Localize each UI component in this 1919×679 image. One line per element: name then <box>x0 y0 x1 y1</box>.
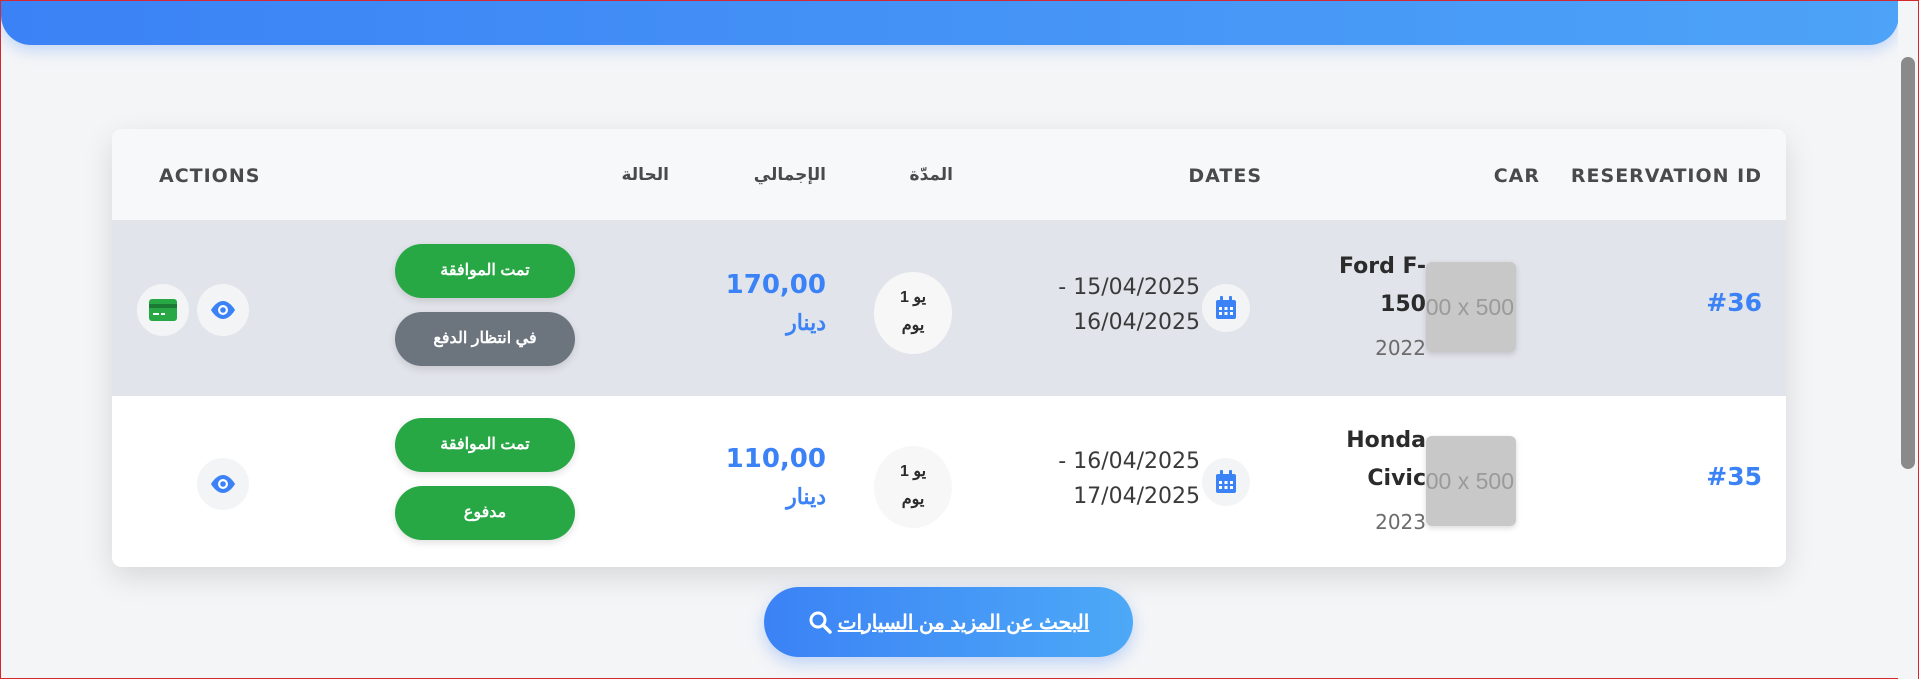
car-year: 2023 <box>1375 510 1426 534</box>
car-name: Ford F-150 <box>1339 254 1426 317</box>
date-from: - 16/04/2025 <box>1058 449 1200 474</box>
payment-status-badge: مدفوع <box>395 486 575 540</box>
scrollbar-thumb[interactable] <box>1901 57 1915 469</box>
pay-button[interactable] <box>137 284 189 336</box>
total-price: 110,00 دينار <box>726 440 826 516</box>
total-price: 170,00 دينار <box>726 266 826 342</box>
date-from: - 15/04/2025 <box>1058 275 1200 300</box>
duration-value: 1 يو <box>899 289 927 306</box>
calendar-icon <box>1202 284 1250 332</box>
car-image: 300 x 500 <box>1426 436 1516 526</box>
total-amount: 170,00 <box>725 270 826 300</box>
header-reservation-id: RESERVATION ID <box>1570 165 1762 187</box>
duration-unit: يوم <box>901 317 925 334</box>
header-total: الإجمالي <box>753 165 826 185</box>
date-to: 17/04/2025 <box>1073 484 1200 509</box>
duration-badge: 1 يو يوم <box>874 446 952 528</box>
card-icon <box>149 299 177 321</box>
payment-status-badge: في انتظار الدفع <box>395 312 575 366</box>
duration-value: 1 يو <box>899 463 927 480</box>
total-currency: دينار <box>786 310 826 335</box>
reservation-id[interactable]: #35 <box>1706 462 1762 491</box>
date-to: 16/04/2025 <box>1073 310 1200 335</box>
eye-icon <box>211 301 235 319</box>
calendar-icon <box>1202 458 1250 506</box>
table-row: #36 300 x 500 Ford F-150 2022 - 15/04/20… <box>112 222 1786 396</box>
car-image: 300 x 500 <box>1426 262 1516 352</box>
scrollbar[interactable] <box>1898 1 1918 679</box>
table-row: #35 300 x 500 Honda Civic 2023 - 16/04/2… <box>112 396 1786 567</box>
rental-dates: - 15/04/2025 16/04/2025 <box>1058 270 1200 340</box>
duration-badge: 1 يو يوم <box>874 272 952 354</box>
car-year: 2022 <box>1375 336 1426 360</box>
approval-status-badge: تمت الموافقة <box>395 244 575 298</box>
car-name: Honda Civic <box>1346 428 1426 491</box>
reservation-id[interactable]: #36 <box>1706 288 1762 317</box>
total-currency: دينار <box>786 484 826 509</box>
search-more-cars-label: البحث عن المزيد من السيارات <box>837 611 1090 634</box>
header-dates: DATES <box>1188 165 1262 187</box>
car-image-placeholder: 300 x 500 <box>1426 468 1514 494</box>
header-car: CAR <box>1493 165 1540 187</box>
rental-dates: - 16/04/2025 17/04/2025 <box>1058 444 1200 514</box>
search-icon <box>809 611 832 634</box>
header-status: الحالة <box>621 165 669 185</box>
reservations-table: RESERVATION ID CAR DATES المدّة الإجمالي… <box>112 129 1786 567</box>
view-button[interactable] <box>197 284 249 336</box>
eye-icon <box>211 475 235 493</box>
top-banner <box>1 1 1899 45</box>
total-amount: 110,00 <box>725 444 826 474</box>
header-duration: المدّة <box>909 165 953 185</box>
table-header: RESERVATION ID CAR DATES المدّة الإجمالي… <box>112 129 1786 222</box>
duration-unit: يوم <box>901 491 925 508</box>
view-button[interactable] <box>197 458 249 510</box>
approval-status-badge: تمت الموافقة <box>395 418 575 472</box>
search-more-cars-button[interactable]: البحث عن المزيد من السيارات <box>764 587 1133 657</box>
car-image-placeholder: 300 x 500 <box>1426 294 1514 320</box>
header-actions: ACTIONS <box>159 165 261 187</box>
